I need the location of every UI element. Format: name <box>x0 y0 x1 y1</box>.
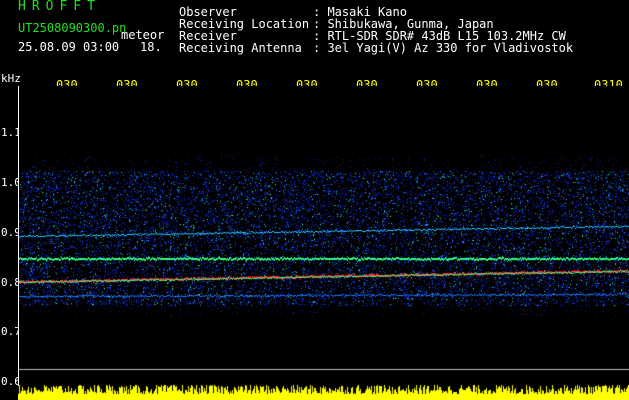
antenna-label: Receiving Antenna <box>179 41 302 55</box>
y-axis-unit: kHz <box>1 72 21 85</box>
count-label: 18. <box>140 40 162 54</box>
spectrogram-plot <box>18 86 629 400</box>
app-logo: HROFFT <box>18 0 101 14</box>
y-axis-line <box>18 86 19 386</box>
datetime-label: 25.08.09 03:00 <box>18 40 120 54</box>
spectrogram-canvas <box>18 86 629 400</box>
filename-label: UT2508090300.pn <box>18 21 127 35</box>
antenna-value: : 3el Yagi(V) Az 330 for Vladivostok <box>313 41 574 55</box>
